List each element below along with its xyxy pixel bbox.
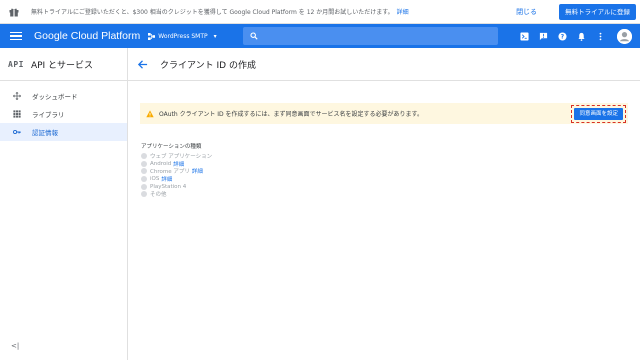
app-type-option-playstation[interactable]: PlayStation 4 [141, 183, 212, 191]
application-type-group: アプリケーションの種類 ウェブ アプリケーション Android 詳細 Chro… [141, 142, 212, 198]
warning-message: OAuth クライアント ID を作成するには、まず同意画面でサービス名を設定す… [159, 111, 423, 118]
ios-details-link[interactable]: 詳細 [161, 175, 172, 183]
radio-button[interactable] [141, 160, 147, 167]
warning-banner: OAuth クライアント ID を作成するには、まず同意画面でサービス名を設定す… [140, 103, 628, 124]
highlight-box: 同意画面を設定 [571, 104, 626, 123]
project-name: WordPress SMTP [158, 32, 208, 40]
library-icon [13, 110, 21, 118]
dismiss-button[interactable]: 閉じる [512, 4, 541, 20]
search-input[interactable] [242, 27, 498, 45]
api-logo-icon: API [8, 59, 24, 69]
chrome-details-link[interactable]: 詳細 [192, 167, 203, 175]
collapse-sidebar-icon[interactable]: <| [11, 342, 19, 350]
sidebar-item-dashboard[interactable]: ダッシュボード [0, 87, 127, 105]
radio-button[interactable] [141, 168, 147, 175]
gift-icon [9, 8, 19, 16]
configure-consent-screen-button[interactable]: 同意画面を設定 [574, 107, 623, 120]
radio-button[interactable] [141, 152, 147, 159]
help-icon[interactable]: ? [558, 31, 567, 41]
page-header: クライアント ID の作成 [128, 48, 640, 81]
project-hierarchy-icon [148, 32, 156, 40]
cloud-shell-icon[interactable] [520, 31, 529, 41]
sidebar-item-library[interactable]: ライブラリ [0, 105, 127, 123]
product-name[interactable]: Google Cloud Platform [34, 30, 140, 42]
free-trial-button[interactable]: 無料トライアルに登録 [559, 3, 636, 20]
radio-button[interactable] [141, 183, 147, 190]
notifications-icon[interactable] [577, 32, 586, 41]
app-type-option-chrome[interactable]: Chrome アプリ 詳細 [141, 167, 212, 175]
chevron-down-icon: ▾ [213, 32, 217, 40]
sidebar-title: API とサービス [30, 60, 94, 71]
sidebar-item-label: ライブラリ [32, 111, 65, 119]
sidebar-nav: ダッシュボード ライブラリ 認証情報 [0, 81, 127, 141]
alert-icon[interactable] [539, 32, 548, 41]
sidebar-item-label: 認証情報 [32, 129, 58, 137]
account-icon[interactable] [617, 28, 632, 44]
hamburger-menu-icon[interactable] [8, 28, 24, 44]
app-type-option-other[interactable]: その他 [141, 190, 212, 198]
dashboard-icon [13, 92, 21, 100]
warning-icon [146, 109, 154, 117]
page-title: クライアント ID の作成 [160, 60, 256, 71]
main-content: クライアント ID の作成 OAuth クライアント ID を作成するには、まず… [128, 48, 640, 360]
sidebar-header: API API とサービス [0, 48, 127, 81]
more-vert-icon[interactable] [596, 32, 605, 41]
radio-button[interactable] [141, 175, 147, 182]
app-type-option-web[interactable]: ウェブ アプリケーション [141, 152, 212, 160]
app-type-option-android[interactable]: Android 詳細 [141, 160, 212, 168]
top-app-bar: Google Cloud Platform WordPress SMTP ▾ ? [0, 24, 640, 48]
application-type-label: アプリケーションの種類 [141, 144, 202, 150]
sidebar-item-credentials[interactable]: 認証情報 [0, 123, 127, 141]
app-type-option-ios[interactable]: iOS 詳細 [141, 175, 212, 183]
promo-banner: 無料トライアルにご登録いただくと、$300 相当のクレジットを獲得して Goog… [0, 0, 640, 24]
back-arrow-icon[interactable] [137, 59, 148, 70]
sidebar: API API とサービス ダッシュボード ライブラリ 認証情報 <| [0, 48, 128, 360]
search-icon [250, 32, 258, 40]
project-selector[interactable]: WordPress SMTP ▾ [148, 32, 217, 40]
promo-text: 無料トライアルにご登録いただくと、$300 相当のクレジットを獲得して Goog… [31, 9, 409, 16]
sidebar-item-label: ダッシュボード [32, 93, 78, 101]
key-icon [13, 128, 21, 136]
promo-details-link[interactable]: 詳細 [397, 9, 409, 16]
radio-button[interactable] [141, 191, 147, 198]
